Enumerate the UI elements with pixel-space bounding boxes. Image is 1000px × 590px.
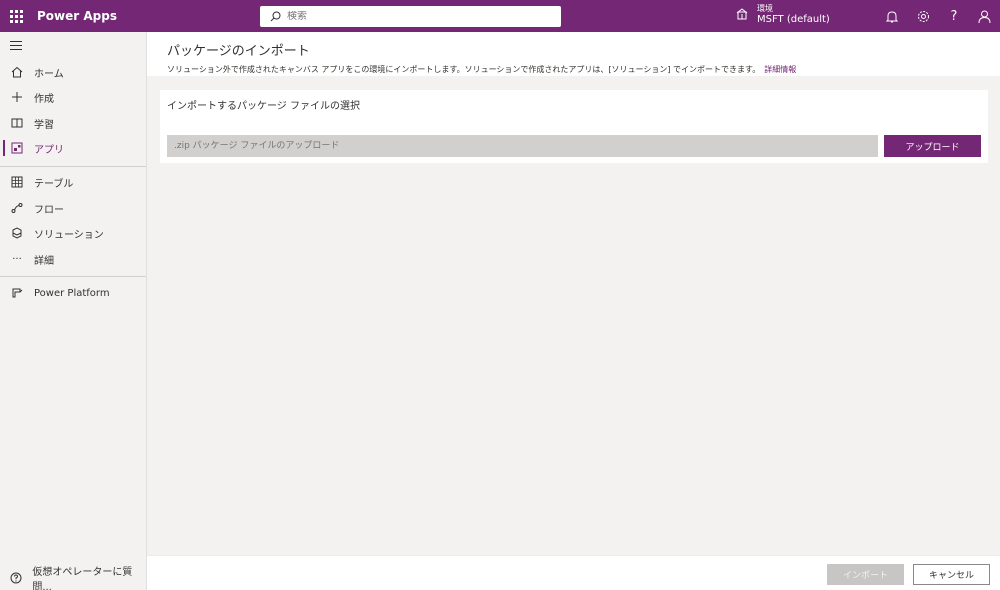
hamburger-icon[interactable] bbox=[10, 41, 22, 53]
import-card: インポートするパッケージ ファイルの選択 アップロード bbox=[160, 90, 988, 163]
search-box[interactable] bbox=[260, 6, 561, 27]
apps-icon bbox=[0, 142, 34, 154]
bell-icon[interactable] bbox=[885, 9, 899, 23]
sidebar-item-label: フロー bbox=[34, 204, 64, 216]
package-file-input[interactable] bbox=[167, 135, 878, 157]
plus-icon bbox=[0, 91, 34, 103]
sidebar-item-label: 学習 bbox=[34, 119, 54, 131]
virtual-agent-label: 仮想オペレーターに質問... bbox=[32, 567, 133, 590]
sidebar-item-label: アプリ bbox=[34, 144, 64, 156]
sidebar-item-label: 詳細 bbox=[34, 255, 54, 267]
solution-icon bbox=[0, 227, 34, 239]
sidebar-item-label: Power Platform bbox=[34, 287, 110, 299]
person-icon[interactable] bbox=[977, 9, 991, 23]
virtual-agent-button[interactable]: 仮想オペレーターに質問... bbox=[0, 566, 146, 590]
environment-name: MSFT (default) bbox=[757, 14, 830, 25]
upload-button[interactable]: アップロード bbox=[884, 135, 981, 157]
footer-bar: インポート キャンセル bbox=[147, 555, 1000, 590]
sidebar-item-label: テーブル bbox=[34, 178, 74, 190]
sidebar-item-label: ソリューション bbox=[34, 229, 104, 241]
sidebar-item-label: ホーム bbox=[34, 68, 64, 80]
environment-label: 環境 bbox=[757, 4, 773, 13]
gear-icon[interactable] bbox=[916, 9, 930, 23]
sidebar-item-create[interactable]: 作成 bbox=[0, 85, 146, 109]
sidebar-divider bbox=[0, 166, 146, 167]
main-content: パッケージのインポート ソリューション外で作成されたキャンバス アプリをこの環境… bbox=[147, 32, 1000, 555]
page-description: ソリューション外で作成されたキャンバス アプリをこの環境にインポートします。ソリ… bbox=[167, 64, 1000, 75]
question-circle-icon bbox=[0, 572, 32, 584]
sidebar-item-tables[interactable]: テーブル bbox=[0, 170, 146, 194]
more-icon: ··· bbox=[12, 253, 22, 265]
flow-icon bbox=[0, 202, 34, 214]
sidebar-item-apps[interactable]: アプリ bbox=[0, 136, 146, 160]
sidebar: ホーム 作成 学習 アプリ テーブル フロー ソリューション ··· 詳細 Po… bbox=[0, 32, 147, 590]
details-link[interactable]: 詳細情報 bbox=[764, 65, 796, 74]
environment-icon bbox=[736, 8, 748, 20]
cancel-button[interactable]: キャンセル bbox=[913, 564, 990, 585]
sidebar-item-solutions[interactable]: ソリューション bbox=[0, 221, 146, 245]
search-icon bbox=[270, 11, 281, 22]
help-icon[interactable]: ? bbox=[947, 9, 961, 24]
table-icon bbox=[0, 176, 34, 188]
home-icon bbox=[0, 66, 34, 78]
environment-selector[interactable]: 環境 MSFT (default) bbox=[736, 3, 830, 25]
import-button[interactable]: インポート bbox=[827, 564, 904, 585]
page-description-text: ソリューション外で作成されたキャンバス アプリをこの環境にインポートします。ソリ… bbox=[167, 65, 761, 74]
sidebar-item-flows[interactable]: フロー bbox=[0, 196, 146, 220]
sidebar-item-home[interactable]: ホーム bbox=[0, 60, 146, 84]
app-name[interactable]: Power Apps bbox=[37, 9, 117, 23]
book-icon bbox=[0, 117, 34, 129]
card-title: インポートするパッケージ ファイルの選択 bbox=[167, 101, 360, 112]
power-platform-icon bbox=[0, 287, 34, 299]
sidebar-item-more[interactable]: ··· 詳細 bbox=[0, 247, 146, 271]
page-header: パッケージのインポート ソリューション外で作成されたキャンバス アプリをこの環境… bbox=[147, 32, 1000, 76]
page-title: パッケージのインポート bbox=[167, 44, 310, 59]
sidebar-item-learn[interactable]: 学習 bbox=[0, 111, 146, 135]
top-bar: Power Apps 環境 MSFT (default) ? bbox=[0, 0, 1000, 32]
sidebar-item-label: 作成 bbox=[34, 93, 54, 105]
search-input[interactable] bbox=[287, 11, 547, 22]
waffle-icon[interactable] bbox=[0, 0, 32, 32]
sidebar-item-power-platform[interactable]: Power Platform bbox=[0, 281, 146, 305]
sidebar-divider bbox=[0, 276, 146, 277]
